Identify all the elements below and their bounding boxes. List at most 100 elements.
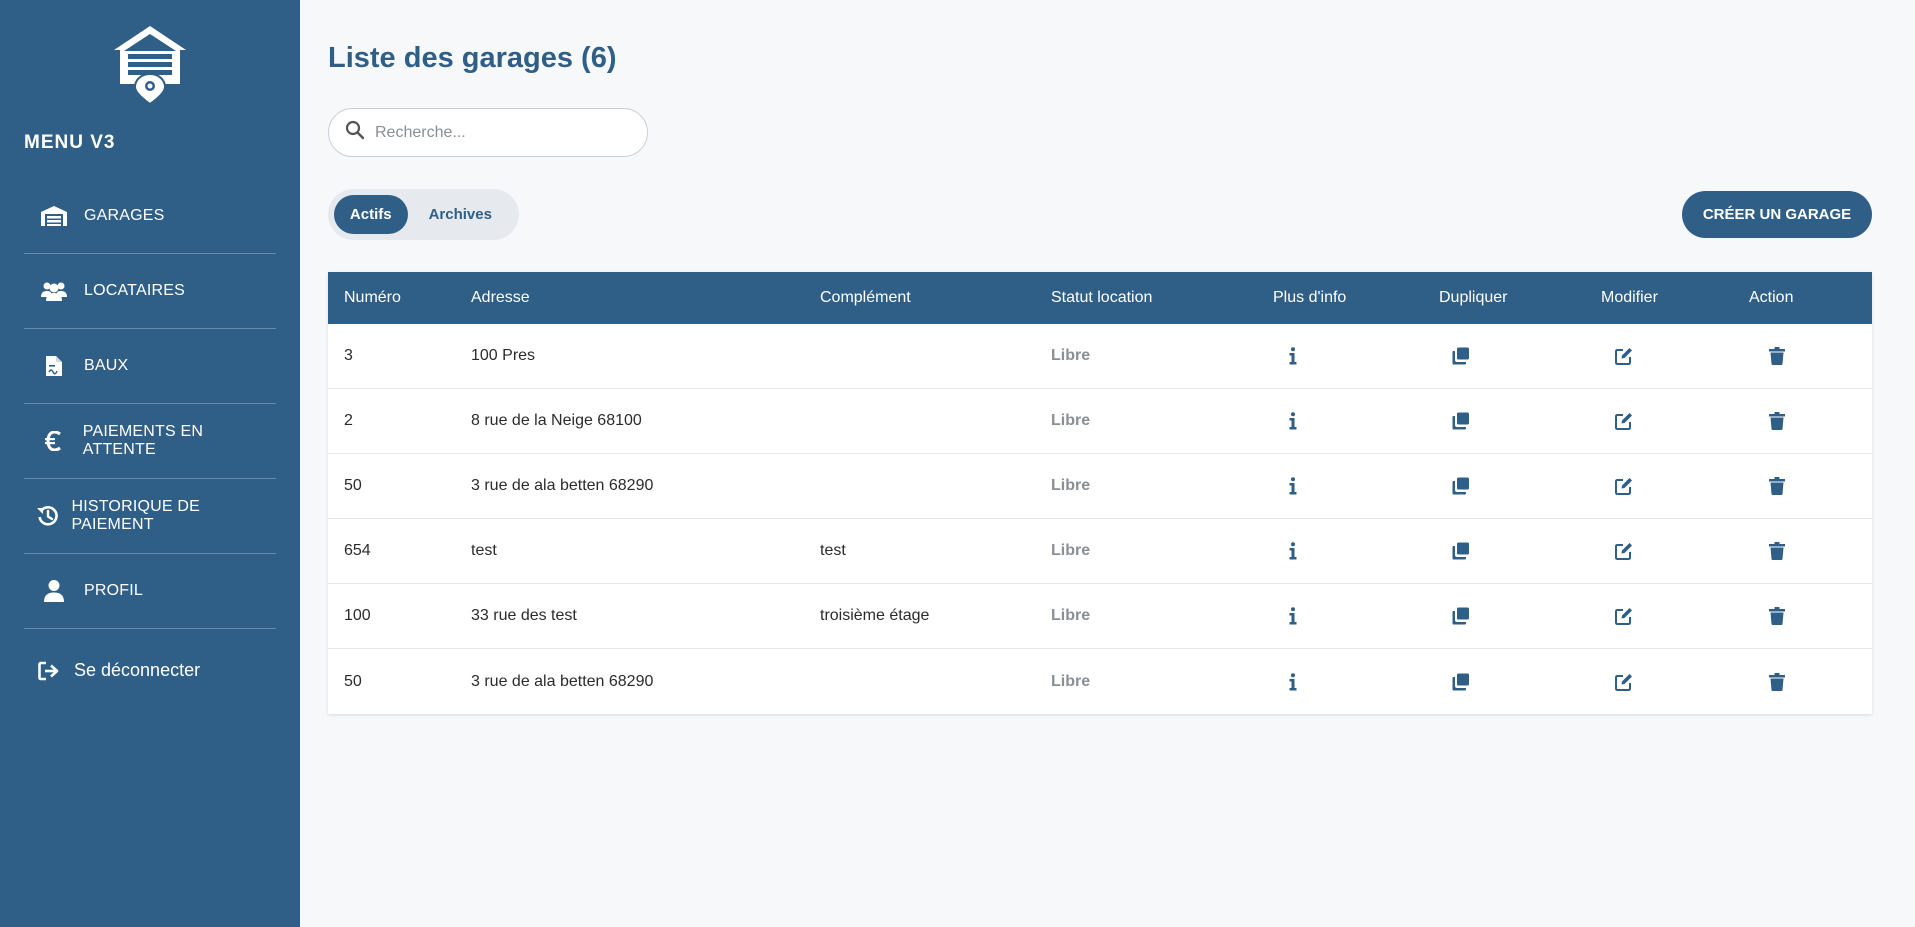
sidebar-item-label: PAIEMENTS EN ATTENTE xyxy=(82,423,204,458)
table-row: 654 test test Libre xyxy=(328,519,1872,584)
trash-icon xyxy=(1769,412,1785,430)
info-button[interactable] xyxy=(1273,607,1439,625)
trash-icon xyxy=(1769,477,1785,495)
edit-button[interactable] xyxy=(1601,347,1749,365)
info-button[interactable] xyxy=(1273,542,1439,560)
search-input[interactable] xyxy=(375,123,625,142)
sidebar-item-historique-de-paiement[interactable]: HISTORIQUE DE PAIEMENT xyxy=(24,479,276,554)
delete-button[interactable] xyxy=(1749,477,1872,495)
duplicate-button[interactable] xyxy=(1439,347,1601,365)
logout-label: Se déconnecter xyxy=(74,660,201,680)
cell-numero: 50 xyxy=(344,672,362,690)
cell-adresse: 3 rue de ala betten 68290 xyxy=(471,672,654,690)
cell-adresse: 100 Pres xyxy=(471,347,536,364)
delete-button[interactable] xyxy=(1749,672,1872,691)
header-complement: Complément xyxy=(820,289,911,306)
edit-button[interactable] xyxy=(1601,412,1749,430)
sidebar-item-label: HISTORIQUE DE PAIEMENT xyxy=(71,498,201,533)
search-box xyxy=(328,108,648,157)
info-icon xyxy=(1289,347,1297,365)
header-action: Action xyxy=(1749,289,1794,306)
search-icon xyxy=(345,120,365,145)
garage-logo-icon xyxy=(112,24,188,106)
info-icon xyxy=(1289,672,1297,690)
duplicate-button[interactable] xyxy=(1439,412,1601,430)
sidebar-item-paiements-en-attente[interactable]: PAIEMENTS EN ATTENTE xyxy=(24,404,276,479)
cell-statut-location: Libre xyxy=(1051,347,1091,364)
copy-icon xyxy=(1452,412,1469,430)
cell-statut-location: Libre xyxy=(1051,542,1091,559)
edit-icon xyxy=(1615,348,1632,365)
sidebar-item-profil[interactable]: PROFIL xyxy=(24,554,276,629)
header-plus-info: Plus d'info xyxy=(1273,289,1347,306)
delete-button[interactable] xyxy=(1749,347,1872,365)
cell-numero: 100 xyxy=(344,607,371,624)
cell-adresse: 3 rue de ala betten 68290 xyxy=(471,477,654,494)
trash-icon xyxy=(1769,347,1785,365)
sidebar-item-garages[interactable]: GARAGES xyxy=(24,179,276,254)
copy-icon xyxy=(1452,347,1469,365)
delete-button[interactable] xyxy=(1749,607,1872,625)
duplicate-button[interactable] xyxy=(1439,542,1601,560)
cell-adresse: test xyxy=(471,542,497,559)
header-adresse: Adresse xyxy=(471,289,530,306)
edit-button[interactable] xyxy=(1601,477,1749,495)
table-row: 50 3 rue de ala betten 68290 Libre xyxy=(328,454,1872,519)
create-garage-button[interactable]: CRÉER UN GARAGE xyxy=(1682,191,1872,238)
sidebar-item-label: GARAGES xyxy=(84,207,165,224)
header-statut-location: Statut location xyxy=(1051,289,1153,306)
copy-icon xyxy=(1452,542,1469,560)
cell-statut-location: Libre xyxy=(1051,412,1091,429)
sidebar-item-locataires[interactable]: LOCATAIRES xyxy=(24,254,276,329)
sidebar-item-label: LOCATAIRES xyxy=(84,282,185,299)
history-icon xyxy=(24,505,71,527)
duplicate-button[interactable] xyxy=(1439,477,1601,495)
info-button[interactable] xyxy=(1273,347,1439,365)
cell-statut-location: Libre xyxy=(1051,607,1091,624)
trash-icon xyxy=(1769,607,1785,625)
edit-icon xyxy=(1615,413,1632,430)
info-button[interactable] xyxy=(1273,412,1439,430)
cell-numero: 2 xyxy=(344,412,353,429)
sidebar-nav: GARAGES LOCATAIRES BAUX PAIEMENTS EN ATT… xyxy=(24,179,276,629)
cell-statut-location: Libre xyxy=(1051,672,1091,690)
delete-button[interactable] xyxy=(1749,542,1872,560)
sidebar: MENU V3 GARAGES LOCATAIRES BAUX PAIEMENT… xyxy=(0,0,300,927)
cell-numero: 654 xyxy=(344,542,371,559)
tab-actifs[interactable]: Actifs xyxy=(334,195,408,234)
cell-complement: troisième étage xyxy=(820,607,930,624)
euro-icon xyxy=(24,431,83,451)
copy-icon xyxy=(1452,673,1469,690)
info-icon xyxy=(1289,477,1297,495)
table-row: 100 33 rue des test troisième étage Libr… xyxy=(328,584,1872,649)
duplicate-button[interactable] xyxy=(1439,673,1601,691)
header-dupliquer: Dupliquer xyxy=(1439,289,1508,306)
cell-adresse: 33 rue des test xyxy=(471,607,577,624)
logout-button[interactable]: Se déconnecter xyxy=(24,660,200,681)
status-tabs: Actifs Archives xyxy=(328,189,519,240)
cell-numero: 50 xyxy=(344,477,362,494)
header-modifier: Modifier xyxy=(1601,289,1658,306)
delete-button[interactable] xyxy=(1749,412,1872,430)
table-row: 2 8 rue de la Neige 68100 Libre xyxy=(328,389,1872,454)
table-body: 3 100 Pres Libre 2 8 rue de la Neige 681… xyxy=(328,324,1872,714)
info-button[interactable] xyxy=(1273,672,1439,691)
cell-complement: test xyxy=(820,542,846,559)
cell-adresse: 8 rue de la Neige 68100 xyxy=(471,412,642,429)
edit-button[interactable] xyxy=(1601,673,1749,691)
info-button[interactable] xyxy=(1273,477,1439,495)
sidebar-item-label: BAUX xyxy=(84,357,129,374)
edit-button[interactable] xyxy=(1601,607,1749,625)
menu-title: MENU V3 xyxy=(24,132,116,153)
page-title: Liste des garages (6) xyxy=(328,42,617,74)
edit-icon xyxy=(1615,673,1632,691)
trash-icon xyxy=(1769,672,1785,691)
warehouse-icon xyxy=(24,206,84,226)
duplicate-button[interactable] xyxy=(1439,607,1601,625)
users-icon xyxy=(24,281,84,301)
sidebar-item-baux[interactable]: BAUX xyxy=(24,329,276,404)
sidebar-item-label: PROFIL xyxy=(84,582,143,599)
edit-button[interactable] xyxy=(1601,542,1749,560)
tab-archives[interactable]: Archives xyxy=(408,195,513,234)
garages-table: Numéro Adresse Complément Statut locatio… xyxy=(328,272,1872,714)
